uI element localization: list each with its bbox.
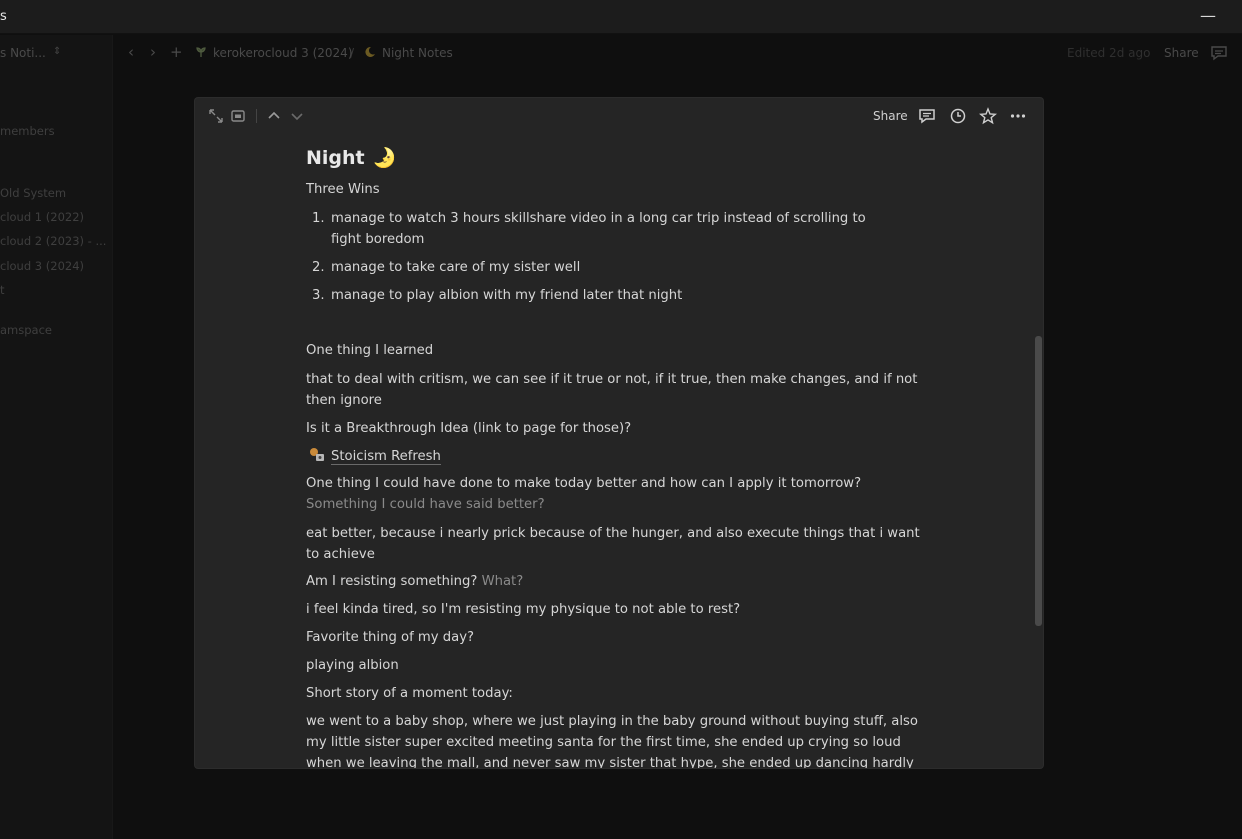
modal-share-button[interactable]: Share xyxy=(873,109,908,123)
page-peek-modal: Share Night 🌛 Three Wins 1. manage to wat… xyxy=(195,98,1043,768)
modal-toolbar: Share xyxy=(195,98,1043,134)
page-link-stoicism[interactable]: Stoicism Refresh xyxy=(308,445,441,467)
comment-icon[interactable] xyxy=(1210,45,1228,61)
toolbar-divider xyxy=(256,109,257,123)
stoicism-page-icon xyxy=(310,448,324,461)
breadcrumb-label: Night Notes xyxy=(382,46,453,60)
history-clock-icon[interactable] xyxy=(949,107,967,125)
moon-icon: 🌛 xyxy=(372,147,397,169)
question-resist[interactable]: Am I resisting something? What? xyxy=(306,571,926,592)
page-topbar: ‹ › + kerokerocloud 3 (2024) / Night Not… xyxy=(114,35,1242,71)
question-resist-text: Am I resisting something? xyxy=(306,574,478,589)
edited-timestamp: Edited 2d ago xyxy=(1067,46,1151,60)
window-title: s xyxy=(0,9,7,24)
scrollbar-thumb[interactable] xyxy=(1035,336,1042,626)
sidebar-item-cloud-2023[interactable]: cloud 2 (2023) - ... xyxy=(0,234,106,248)
breadcrumb-label: kerokerocloud 3 (2024) xyxy=(213,46,353,60)
window-titlebar: s — xyxy=(0,0,1242,34)
expand-icon[interactable] xyxy=(207,107,225,125)
question-favorite[interactable]: Favorite thing of my day? xyxy=(306,627,926,648)
back-arrow-icon[interactable]: ‹ xyxy=(128,43,134,61)
moon-icon xyxy=(365,46,375,57)
sidebar-item-t[interactable]: t xyxy=(0,283,5,297)
question-story[interactable]: Short story of a moment today: xyxy=(306,683,926,704)
more-options-icon[interactable] xyxy=(1009,107,1027,125)
breadcrumb-separator: / xyxy=(350,46,355,60)
sidebar-item-old-system[interactable]: Old System xyxy=(0,186,66,200)
question-learned[interactable]: One thing I learned xyxy=(306,340,926,361)
star-icon[interactable] xyxy=(979,107,997,125)
sprout-icon xyxy=(196,47,206,57)
plus-icon[interactable]: + xyxy=(170,43,183,61)
list-text: manage to take care of my sister well xyxy=(331,260,581,275)
list-number: 3. xyxy=(312,288,325,303)
sidebar-item-members[interactable]: members xyxy=(0,124,55,138)
chevron-up-icon[interactable] xyxy=(265,107,283,125)
question-resist-subtext: What? xyxy=(481,574,524,589)
answer-story[interactable]: we went to a baby shop, where we just pl… xyxy=(306,711,926,768)
question-breakthrough[interactable]: Is it a Breakthrough Idea (link to page … xyxy=(306,418,926,439)
workspace-switcher[interactable]: s Noti... xyxy=(0,46,46,60)
sidebar-item-cloud-2024[interactable]: cloud 3 (2024) xyxy=(0,259,84,273)
breadcrumb-item-night-notes[interactable]: Night Notes xyxy=(364,46,453,60)
open-side-peek-icon[interactable] xyxy=(229,107,247,125)
list-number: 1. xyxy=(312,211,325,226)
forward-arrow-icon[interactable]: › xyxy=(150,43,156,61)
page-title[interactable]: Night 🌛 xyxy=(306,146,396,169)
answer-favorite[interactable]: playing albion xyxy=(306,655,926,676)
list-text: manage to watch 3 hours skillshare video… xyxy=(331,211,866,247)
sidebar: s Noti... ⇕ members Old System cloud 1 (… xyxy=(0,35,113,839)
page-link-label: Stoicism Refresh xyxy=(331,449,441,465)
breadcrumb-item-workspace[interactable]: kerokerocloud 3 (2024) xyxy=(195,46,353,60)
share-button[interactable]: Share xyxy=(1164,46,1199,60)
comment-icon[interactable] xyxy=(918,107,936,125)
minimize-button[interactable]: — xyxy=(1200,6,1216,25)
chevron-updown-icon: ⇕ xyxy=(53,46,62,57)
answer-better[interactable]: eat better, because i nearly prick becau… xyxy=(306,523,926,565)
question-better[interactable]: One thing I could have done to make toda… xyxy=(306,473,926,494)
question-better-subtext[interactable]: Something I could have said better? xyxy=(306,494,926,515)
answer-learned[interactable]: that to deal with critism, we can see if… xyxy=(306,369,926,411)
list-number: 2. xyxy=(312,260,325,275)
heading-three-wins[interactable]: Three Wins xyxy=(306,179,926,200)
chevron-down-icon[interactable] xyxy=(288,107,306,125)
scrollbar[interactable] xyxy=(1035,138,1042,758)
sidebar-item-cloud-2022[interactable]: cloud 1 (2022) xyxy=(0,210,84,224)
answer-resist[interactable]: i feel kinda tired, so I'm resisting my … xyxy=(306,599,926,620)
sidebar-item-teamspace[interactable]: amspace xyxy=(0,323,52,337)
list-text: manage to play albion with my friend lat… xyxy=(331,288,683,303)
page-title-text: Night xyxy=(306,147,365,169)
